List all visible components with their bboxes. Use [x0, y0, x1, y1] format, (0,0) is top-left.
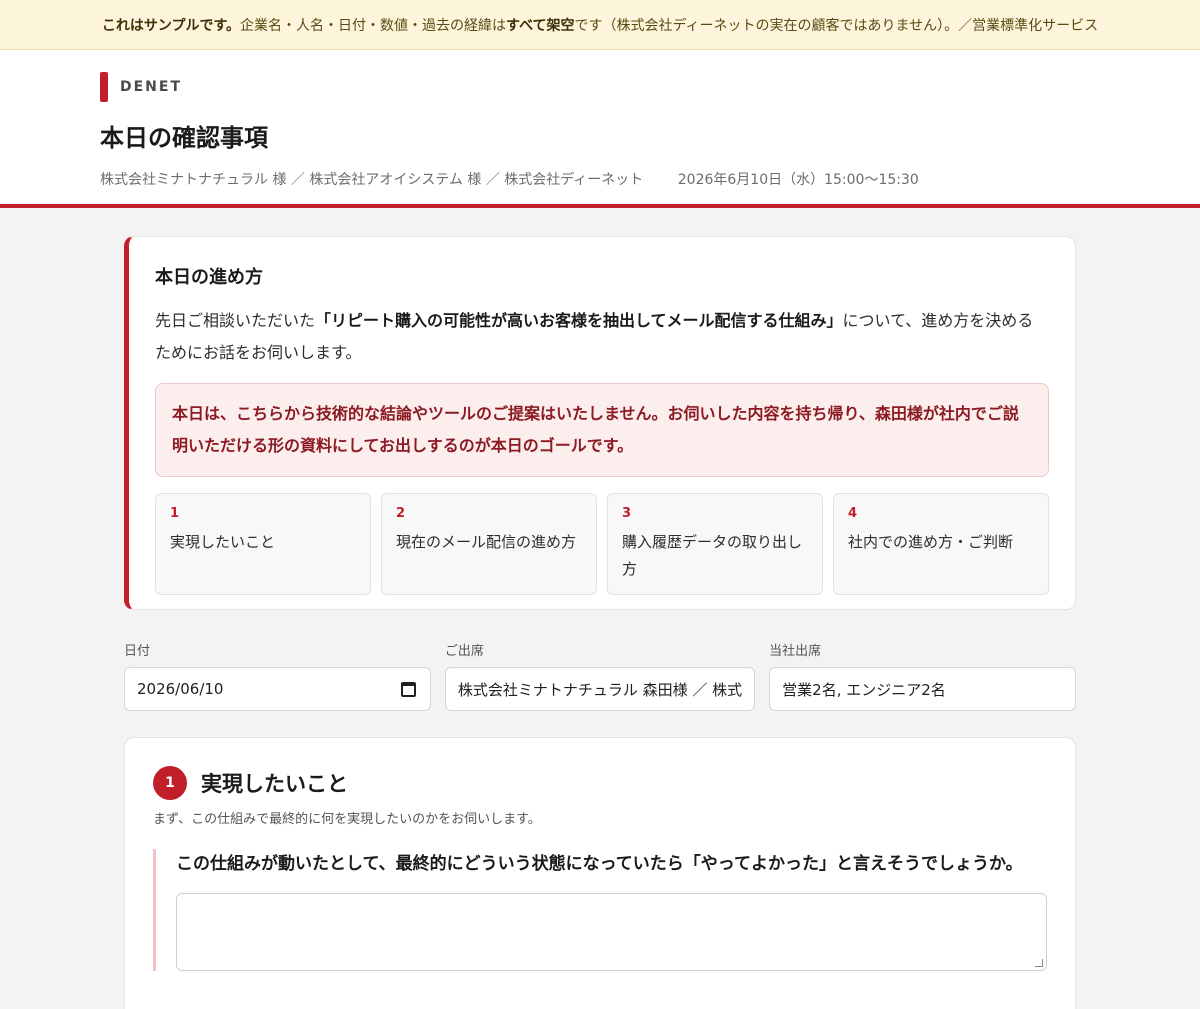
banner-emphasis: すべて架空 — [506, 17, 575, 34]
main-content: 本日の進め方 先日ご相談いただいた「リピート購入の可能性が高いお客様を抽出してメ… — [124, 236, 1076, 1009]
attendees-input[interactable]: 株式会社ミナトナチュラル 森田様 ／ 株式 — [444, 667, 756, 711]
page-title: 本日の確認事項 — [100, 124, 268, 152]
question-block: この仕組みが動いたとして、最終的にどういう状態になっていたら「やってよかった」と… — [153, 849, 1047, 971]
meeting-parties: 株式会社ミナトナチュラル 様 ／ 株式会社アオイシステム 様 ／ 株式会社ディー… — [100, 172, 644, 188]
attendees-value: 株式会社ミナトナチュラル 森田様 ／ 株式 — [457, 680, 743, 699]
agenda-step-2: 2 現在のメール配信の進め方 — [381, 493, 597, 595]
section-number-badge: 1 — [153, 766, 187, 800]
agenda-text-before: 先日ご相談いただいた — [155, 311, 316, 330]
section-goals: 1 実現したいこと まず、この仕組みで最終的に何を実現したいのかをお伺いします。… — [124, 737, 1076, 1009]
agenda-step-3: 3 購入履歴データの取り出し方 — [607, 493, 823, 595]
goal-notice: 本日は、こちらから技術的な結論やツールのご提案はいたしません。お伺いした内容を持… — [155, 383, 1049, 477]
step-number: 4 — [848, 506, 858, 521]
meeting-fields: 日付 2026/06/10 ご出席 株式会社ミナトナチュラル 森田様 ／ 株式 … — [124, 640, 1076, 711]
step-label: 現在のメール配信の進め方 — [396, 533, 577, 551]
agenda-description: 先日ご相談いただいた「リピート購入の可能性が高いお客様を抽出してメール配信する仕… — [155, 305, 1049, 369]
calendar-icon[interactable] — [400, 682, 416, 697]
date-value: 2026/06/10 — [137, 680, 224, 698]
sample-notice-banner: これはサンプルです。 企業名・人名・日付・数値・過去の経緯は すべて架空 です（… — [0, 0, 1200, 50]
step-number: 1 — [170, 506, 180, 521]
agenda-steps: 1 実現したいこと 2 現在のメール配信の進め方 3 購入履歴データの取り出し方… — [155, 493, 1049, 595]
banner-lead: これはサンプルです。 — [101, 17, 241, 34]
brand: DENET — [100, 72, 1200, 102]
date-label: 日付 — [124, 644, 151, 659]
step-label: 購入履歴データの取り出し方 — [622, 533, 803, 578]
date-field-group: 日付 2026/06/10 — [124, 640, 431, 711]
banner-text-2: です（株式会社ディーネットの実在の顧客ではありません）。／営業標準化サービス — [574, 17, 1099, 34]
step-label: 実現したいこと — [170, 533, 276, 551]
agenda-title: 本日の進め方 — [155, 267, 263, 288]
our-attendees-input[interactable]: 営業2名, エンジニア2名 — [769, 667, 1076, 711]
brand-accent-bar — [100, 72, 108, 102]
step-number: 2 — [396, 506, 406, 521]
agenda-step-1: 1 実現したいこと — [155, 493, 371, 595]
step-number: 3 — [622, 506, 632, 521]
attendees-field-group: ご出席 株式会社ミナトナチュラル 森田様 ／ 株式 — [444, 640, 756, 711]
date-input[interactable]: 2026/06/10 — [124, 667, 431, 711]
brand-name: DENET — [120, 79, 183, 95]
attendees-label: ご出席 — [444, 644, 484, 659]
our-attendees-value: 営業2名, エンジニア2名 — [782, 680, 946, 699]
agenda-card: 本日の進め方 先日ご相談いただいた「リピート購入の可能性が高いお客様を抽出してメ… — [124, 236, 1076, 610]
step-label: 社内での進め方・ご判断 — [848, 533, 1014, 551]
agenda-text-bold: 「リピート購入の可能性が高いお客様を抽出してメール配信する仕組み」 — [315, 311, 843, 330]
page-header: DENET 本日の確認事項 株式会社ミナトナチュラル 様 ／ 株式会社アオイシス… — [0, 50, 1200, 208]
meeting-datetime: 2026年6月10日（水）15:00〜15:30 — [677, 172, 919, 188]
resize-handle-icon[interactable] — [1035, 959, 1043, 967]
our-attendees-field-group: 当社出席 営業2名, エンジニア2名 — [769, 640, 1076, 711]
question-text: この仕組みが動いたとして、最終的にどういう状態になっていたら「やってよかった」と… — [176, 854, 1023, 874]
section-heading: 1 実現したいこと — [153, 766, 1047, 800]
answer-textarea[interactable] — [176, 893, 1047, 971]
section-subtitle: まず、この仕組みで最終的に何を実現したいのかをお伺いします。 — [153, 812, 541, 827]
our-attendees-label: 当社出席 — [769, 644, 822, 659]
banner-text: 企業名・人名・日付・数値・過去の経緯は — [240, 17, 507, 34]
agenda-step-4: 4 社内での進め方・ご判断 — [833, 493, 1049, 595]
section-title: 実現したいこと — [201, 772, 348, 796]
meeting-meta: 株式会社ミナトナチュラル 様 ／ 株式会社アオイシステム 様 ／ 株式会社ディー… — [100, 169, 1200, 189]
